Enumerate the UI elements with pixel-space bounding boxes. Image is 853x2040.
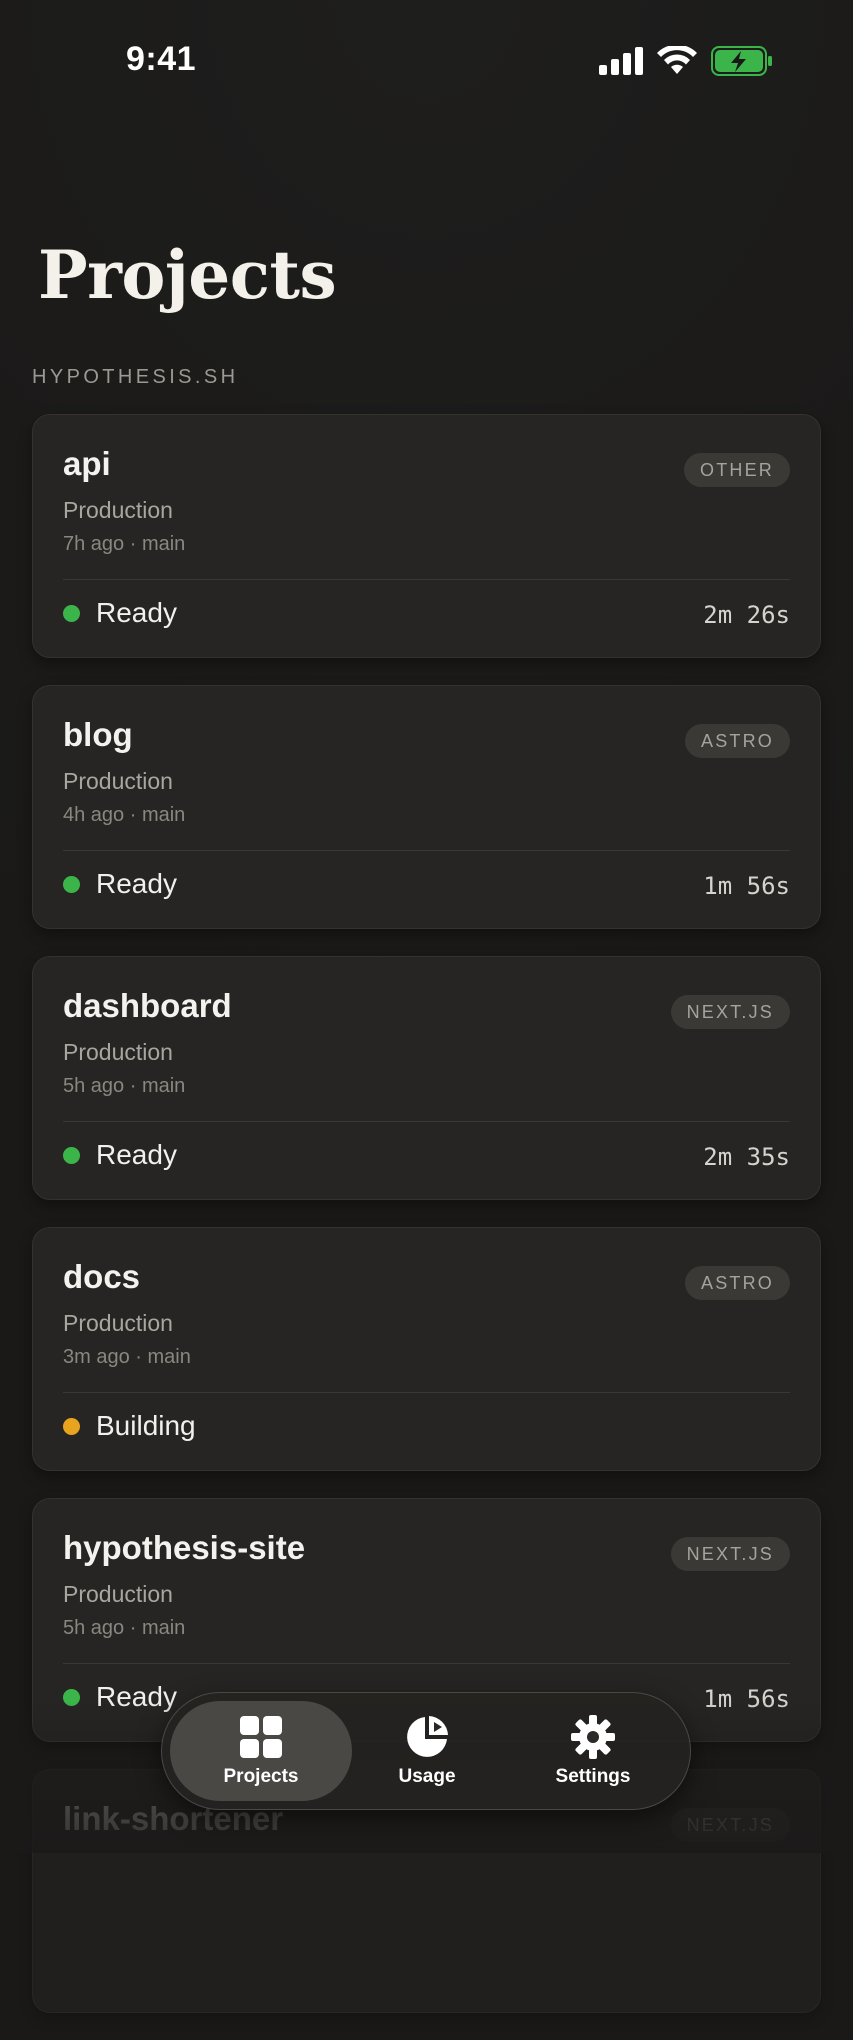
card-divider [63, 1392, 790, 1393]
project-meta: 3m ago · main [63, 1346, 191, 1368]
framework-badge: NEXT.JS [670, 1808, 790, 1842]
status-label: Ready [96, 597, 177, 628]
pie-chart-icon [407, 1716, 448, 1757]
project-meta: 5h ago · main [63, 1617, 186, 1639]
project-name: api [63, 445, 111, 482]
cellular-signal-icon [599, 47, 643, 75]
build-duration: 1m 56s [703, 1685, 790, 1713]
section-header: HYPOTHESIS.SH [32, 366, 239, 388]
build-duration: 2m 35s [703, 1143, 790, 1171]
deployment-status: Ready [63, 1681, 177, 1713]
tab-bar: Projects Usage Settings [161, 1692, 691, 1810]
status-label: Building [96, 1410, 196, 1441]
project-environment: Production [63, 1581, 173, 1607]
deployment-status: Building [63, 1410, 196, 1442]
framework-badge: ASTRO [684, 1266, 790, 1300]
card-divider [63, 850, 790, 851]
project-card[interactable]: docs ASTRO Production 3m ago · main Buil… [32, 1227, 821, 1471]
wifi-icon [657, 46, 697, 76]
status-bar: 9:41 [0, 0, 853, 120]
tab-label: Usage [398, 1766, 456, 1787]
project-environment: Production [63, 497, 173, 523]
project-environment: Production [63, 768, 173, 794]
deployment-status: Ready [63, 1139, 177, 1171]
page-title: Projects [38, 236, 337, 314]
status-dot [63, 1146, 80, 1164]
status-dot [63, 1417, 80, 1435]
tab-settings[interactable]: Settings [502, 1701, 684, 1801]
tab-usage[interactable]: Usage [336, 1701, 518, 1801]
tab-label: Settings [555, 1766, 631, 1787]
build-duration: 1m 56s [703, 872, 790, 900]
tab-projects[interactable]: Projects [170, 1701, 352, 1801]
framework-badge: NEXT.JS [670, 1537, 790, 1571]
project-card[interactable]: dashboard NEXT.JS Production 5h ago · ma… [32, 956, 821, 1200]
framework-badge: OTHER [684, 453, 790, 487]
status-label: Ready [96, 1139, 177, 1170]
card-divider [63, 1663, 790, 1664]
battery-charging-icon [711, 46, 773, 76]
project-name: hypothesis-site [63, 1529, 306, 1566]
project-name: dashboard [63, 987, 232, 1024]
project-name: docs [63, 1258, 141, 1295]
status-dot [63, 875, 80, 893]
deployment-status: Ready [63, 868, 177, 900]
project-card[interactable]: api OTHER Production 7h ago · main Ready… [32, 414, 821, 658]
framework-badge: ASTRO [684, 724, 790, 758]
project-name: blog [63, 716, 133, 753]
project-environment: Production [63, 1310, 173, 1336]
project-environment: Production [63, 1039, 173, 1065]
status-dot [63, 604, 80, 622]
status-icons [599, 46, 773, 76]
status-label: Ready [96, 868, 177, 899]
project-meta: 4h ago · main [63, 804, 186, 826]
project-card[interactable]: blog ASTRO Production 4h ago · main Read… [32, 685, 821, 929]
framework-badge: NEXT.JS [670, 995, 790, 1029]
status-label: Ready [96, 1681, 177, 1712]
card-divider [63, 579, 790, 580]
deployment-status: Ready [63, 597, 177, 629]
grid-icon [240, 1716, 282, 1758]
project-meta: 7h ago · main [63, 533, 186, 555]
status-dot [63, 1688, 80, 1706]
tab-label: Projects [223, 1766, 299, 1787]
status-time: 9:41 [126, 40, 197, 78]
project-meta: 5h ago · main [63, 1075, 186, 1097]
gear-icon [571, 1715, 615, 1759]
card-divider [63, 1121, 790, 1122]
build-duration: 2m 26s [703, 601, 790, 629]
